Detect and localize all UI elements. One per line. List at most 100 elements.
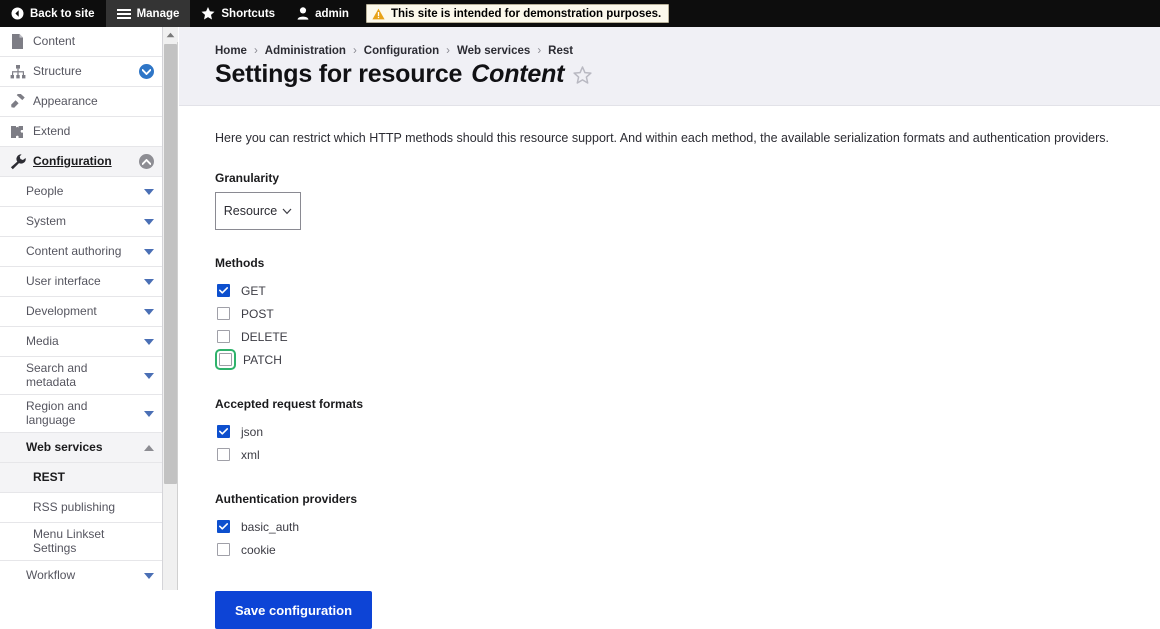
checkbox-label[interactable]: PATCH: [243, 353, 282, 367]
user-icon: [297, 7, 309, 20]
checkbox-label[interactable]: basic_auth: [241, 520, 299, 534]
checkbox-cookie[interactable]: [215, 541, 232, 558]
triangle-down-icon[interactable]: [144, 338, 154, 345]
sidebar-item-content[interactable]: Content: [0, 27, 162, 57]
checkbox-label[interactable]: json: [241, 425, 263, 439]
checkbox-post[interactable]: [215, 305, 232, 322]
checkbox-box: [217, 425, 230, 438]
triangle-down-icon[interactable]: [144, 278, 154, 285]
triangle-down-icon[interactable]: [144, 218, 154, 225]
breadcrumb-separator: ›: [537, 45, 542, 57]
sidebar-label: REST: [33, 469, 66, 484]
breadcrumb-separator: ›: [446, 45, 450, 57]
checkbox-json[interactable]: [215, 423, 232, 440]
scrollbar-thumb[interactable]: [164, 44, 177, 484]
sidebar-item-extend[interactable]: Extend: [0, 117, 162, 147]
shortcuts-tab[interactable]: Shortcuts: [190, 0, 286, 27]
sidebar-item-region-and-language[interactable]: Region and language: [0, 395, 162, 433]
checkbox-row-get[interactable]: GET: [215, 279, 1160, 302]
triangle-down-icon[interactable]: [144, 410, 154, 417]
sidebar-item-development[interactable]: Development: [0, 297, 162, 327]
checkbox-row-cookie[interactable]: cookie: [215, 538, 1160, 561]
sidebar-item-content-authoring[interactable]: Content authoring: [0, 237, 162, 267]
checkbox-box: [217, 543, 230, 556]
auth-group: Authentication providers basic_auth cook…: [215, 492, 1160, 561]
admin-sidebar: Content Structure Appearance Extend Conf…: [0, 27, 163, 590]
sidebar-item-search-and-metadata[interactable]: Search and metadata: [0, 357, 162, 395]
sidebar-label: System: [26, 213, 67, 228]
triangle-down-icon[interactable]: [144, 188, 154, 195]
sidebar-item-structure[interactable]: Structure: [0, 57, 162, 87]
manage-tab[interactable]: Manage: [105, 0, 191, 27]
sidebar-scrollbar[interactable]: [163, 27, 178, 590]
checkbox-label[interactable]: GET: [241, 284, 266, 298]
main-content: Home › Administration › Configuration › …: [179, 27, 1160, 629]
account-tab[interactable]: admin: [286, 0, 360, 27]
wrench-icon: [9, 153, 26, 170]
sidebar-item-system[interactable]: System: [0, 207, 162, 237]
triangle-up-icon[interactable]: [144, 444, 154, 451]
checkbox-row-patch[interactable]: PATCH: [215, 348, 1160, 371]
formats-group: Accepted request formats json xml: [215, 397, 1160, 466]
sidebar-label: User interface: [26, 273, 101, 288]
sidebar-item-web-services[interactable]: Web services: [0, 433, 162, 463]
puzzle-icon: [9, 125, 26, 139]
checkbox-label[interactable]: cookie: [241, 543, 276, 557]
checkbox-box: [217, 520, 230, 533]
checkbox-row-post[interactable]: POST: [215, 302, 1160, 325]
sidebar-item-people[interactable]: People: [0, 177, 162, 207]
checkbox-basic-auth[interactable]: [215, 518, 232, 535]
sidebar-item-appearance[interactable]: Appearance: [0, 87, 162, 117]
triangle-down-icon[interactable]: [144, 248, 154, 255]
checkbox-label[interactable]: DELETE: [241, 330, 288, 344]
breadcrumb-item-home[interactable]: Home: [215, 45, 247, 57]
sidebar-item-media[interactable]: Media: [0, 327, 162, 357]
sidebar-label: RSS publishing: [33, 499, 116, 514]
checkbox-patch[interactable]: [215, 349, 236, 370]
save-configuration-button[interactable]: Save configuration: [215, 591, 373, 629]
breadcrumb-item-rest[interactable]: Rest: [548, 45, 573, 57]
breadcrumb-separator: ›: [253, 45, 258, 57]
chevron-down-icon[interactable]: [139, 64, 154, 79]
page-header: Home › Administration › Configuration › …: [179, 27, 1160, 106]
sidebar-label: Region and language: [26, 399, 88, 427]
back-to-site-label: Back to site: [30, 7, 95, 20]
checkbox-label[interactable]: xml: [241, 448, 260, 462]
breadcrumb-item-web-services[interactable]: Web services: [457, 45, 530, 57]
checkbox-row-json[interactable]: json: [215, 420, 1160, 443]
checkbox-label[interactable]: POST: [241, 307, 274, 321]
checkbox-get[interactable]: [215, 282, 232, 299]
checkbox-box: [217, 330, 230, 343]
sidebar-item-rss-publishing[interactable]: RSS publishing: [0, 493, 162, 523]
granularity-select[interactable]: Resource: [215, 192, 301, 230]
sidebar-item-workflow[interactable]: Workflow: [0, 561, 162, 590]
sidebar-label: Development: [26, 303, 97, 318]
sidebar-label: Media: [26, 333, 59, 348]
checkbox-xml[interactable]: [215, 446, 232, 463]
sidebar-item-rest[interactable]: REST: [0, 463, 162, 493]
sidebar-item-menu-linkset-settings[interactable]: Menu Linkset Settings: [0, 523, 162, 561]
breadcrumb-item-configuration[interactable]: Configuration: [364, 45, 439, 57]
document-icon: [9, 34, 26, 49]
brush-icon: [9, 94, 26, 109]
triangle-down-icon[interactable]: [144, 372, 154, 379]
breadcrumb: Home › Administration › Configuration › …: [215, 45, 1160, 57]
chevron-up-icon[interactable]: [139, 154, 154, 169]
breadcrumb-separator: ›: [352, 45, 357, 57]
triangle-down-icon[interactable]: [144, 308, 154, 315]
back-to-site-button[interactable]: Back to site: [0, 0, 106, 27]
sidebar-item-user-interface[interactable]: User interface: [0, 267, 162, 297]
methods-label: Methods: [215, 256, 265, 270]
breadcrumb-item-administration[interactable]: Administration: [265, 45, 346, 57]
checkbox-row-xml[interactable]: xml: [215, 443, 1160, 466]
scroll-up-arrow-icon[interactable]: [163, 27, 178, 42]
sidebar-item-configuration[interactable]: Configuration: [0, 147, 162, 177]
shortcuts-label: Shortcuts: [221, 7, 276, 20]
auth-label: Authentication providers: [215, 492, 358, 506]
star-outline-icon[interactable]: [573, 65, 592, 84]
checkbox-row-basic-auth[interactable]: basic_auth: [215, 515, 1160, 538]
checkbox-row-delete[interactable]: DELETE: [215, 325, 1160, 348]
checkbox-delete[interactable]: [215, 328, 232, 345]
star-icon: [201, 7, 215, 20]
triangle-down-icon[interactable]: [144, 572, 154, 579]
